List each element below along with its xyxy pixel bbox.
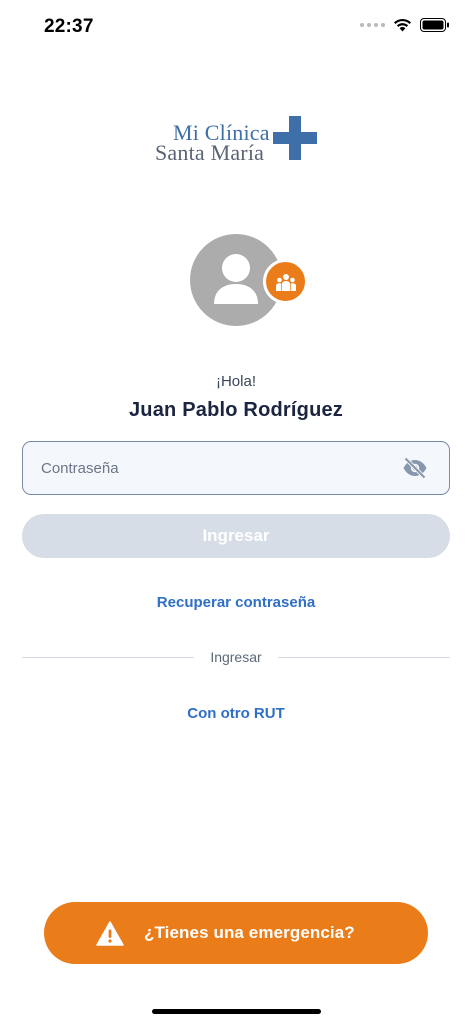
emergency-label: ¿Tienes una emergencia? — [144, 923, 355, 942]
family-icon — [275, 273, 296, 291]
user-name: Juan Pablo Rodríguez — [128, 399, 344, 421]
divider: Ingresar — [22, 648, 450, 668]
cross-icon — [273, 116, 317, 160]
battery-icon — [420, 18, 449, 32]
login-button[interactable]: Ingresar — [22, 514, 450, 558]
clinic-logo: Mi Clínica Santa María — [155, 114, 320, 165]
home-indicator[interactable] — [152, 1009, 321, 1014]
recover-password-link[interactable]: Recuperar contraseña — [0, 594, 472, 611]
status-icons — [360, 18, 450, 32]
other-rut-link[interactable]: Con otro RUT — [0, 705, 472, 722]
wifi-icon — [394, 18, 411, 32]
status-time: 22:37 — [44, 16, 94, 37]
greeting-text: ¡Hola! — [215, 373, 256, 390]
password-field — [22, 441, 450, 495]
status-bar: 22:37 — [0, 0, 472, 54]
eye-off-icon — [403, 457, 427, 479]
password-visibility-toggle[interactable] — [401, 455, 429, 481]
divider-line-right — [278, 657, 450, 658]
emergency-button[interactable]: ¿Tienes una emergencia? — [44, 902, 428, 964]
warning-icon — [96, 920, 124, 946]
logo-text-line2: Santa María — [155, 140, 265, 165]
password-input[interactable] — [23, 442, 393, 494]
signal-dots-icon — [360, 23, 385, 27]
family-switch-badge[interactable] — [263, 259, 308, 304]
